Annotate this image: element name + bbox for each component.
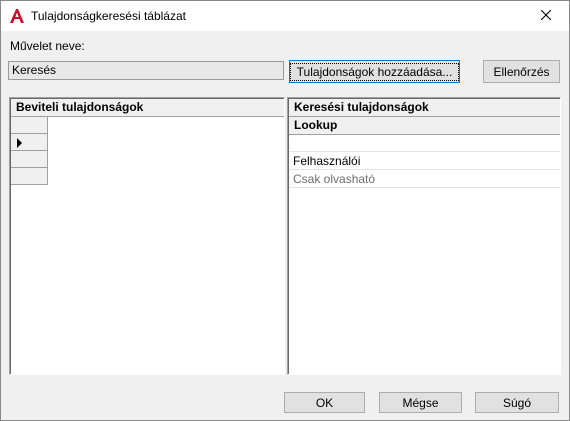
add-properties-label: Tulajdonságok hozzáadása... [289, 62, 460, 81]
operation-name-field[interactable]: Keresés [8, 61, 284, 80]
input-properties-panel[interactable]: Beviteli tulajdonságok [9, 97, 285, 375]
row-header[interactable] [11, 151, 48, 168]
add-properties-button[interactable]: Tulajdonságok hozzáadása... [289, 60, 460, 83]
operation-name-label: Művelet neve: [10, 39, 85, 53]
input-properties-header: Beviteli tulajdonságok [11, 99, 284, 117]
check-button[interactable]: Ellenőrzés [483, 60, 560, 83]
autocad-a-icon [9, 8, 25, 24]
cancel-button[interactable]: Mégse [379, 392, 462, 413]
row-header-current[interactable] [11, 134, 48, 151]
row-header[interactable] [11, 168, 48, 185]
title-bar[interactable]: Tulajdonságkeresési táblázat [1, 1, 569, 31]
window-title: Tulajdonságkeresési táblázat [31, 9, 186, 23]
close-button[interactable] [523, 1, 569, 31]
input-row-headers [11, 117, 48, 185]
lookup-row[interactable] [289, 135, 560, 152]
lookup-column-header[interactable]: Lookup [289, 117, 560, 135]
help-button[interactable]: Súgó [475, 392, 559, 413]
close-icon [540, 9, 552, 23]
lookup-row-readonly[interactable]: Csak olvasható [289, 171, 560, 188]
dialog-window: Tulajdonságkeresési táblázat Művelet nev… [0, 0, 570, 421]
lookup-properties-header: Keresési tulajdonságok [289, 99, 560, 117]
row-header[interactable] [11, 117, 48, 134]
lookup-row-user[interactable]: Felhasználói [289, 153, 560, 170]
ok-button[interactable]: OK [284, 392, 365, 413]
lookup-properties-panel[interactable]: Keresési tulajdonságok Lookup Felhasznál… [287, 97, 561, 375]
current-row-arrow-icon [17, 138, 22, 148]
